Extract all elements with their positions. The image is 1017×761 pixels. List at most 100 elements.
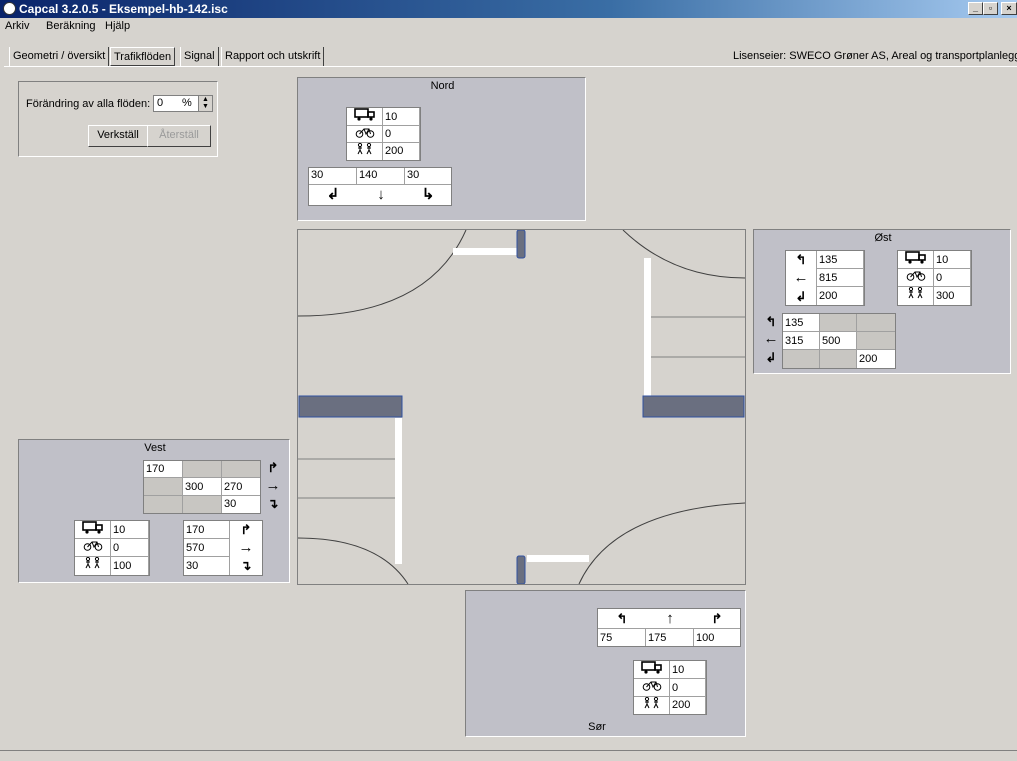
turn-right-arrow-icon: ↳ bbox=[421, 186, 435, 203]
license-text: Lisenseier: SWECO Grøner AS, Areal og tr… bbox=[733, 50, 1017, 62]
pedestrians-icon bbox=[347, 142, 383, 160]
turn-left-arrow-icon: ↱ bbox=[240, 522, 252, 537]
ost-turn-left[interactable]: 135 bbox=[816, 251, 864, 269]
pedestrians-icon bbox=[75, 556, 111, 575]
turn-right-arrow-icon: ↱ bbox=[711, 611, 723, 626]
apply-button[interactable]: Verkställ bbox=[88, 125, 148, 147]
ost-turn-straight[interactable]: 815 bbox=[816, 269, 864, 287]
sor-special-grid: 10 0 200 bbox=[633, 660, 707, 715]
vest-turn-right[interactable]: 30 bbox=[184, 557, 230, 575]
status-bar bbox=[0, 750, 1017, 761]
change-all-label: Förändring av alla flöden: bbox=[26, 98, 151, 110]
spinner-arrows-icon[interactable]: ▲ ▼ bbox=[198, 96, 212, 111]
truck-icon bbox=[75, 521, 111, 539]
ost-m-0-0[interactable]: 135 bbox=[783, 314, 820, 332]
sor-turn-straight[interactable]: 175 bbox=[646, 628, 694, 646]
intersection-drawing bbox=[297, 229, 746, 585]
sor-turn-right[interactable]: 100 bbox=[694, 628, 740, 646]
pedestrians-icon bbox=[634, 696, 670, 714]
close-button[interactable]: × bbox=[1001, 2, 1017, 15]
bicycle-icon bbox=[634, 679, 670, 697]
change-all-panel: Förändring av alla flöden: 0 % ▲ ▼ Verkst… bbox=[18, 81, 218, 157]
straight-arrow-icon: → bbox=[238, 539, 254, 556]
straight-arrow-icon: ↑ bbox=[666, 610, 674, 627]
turn-right-arrow-icon: ↲ bbox=[765, 350, 777, 365]
ost-ped[interactable]: 300 bbox=[934, 287, 971, 305]
ost-panel: Øst ↰ 135 ← 815 ↲ 200 10 0 300 ↰ ← ↲ 135… bbox=[753, 229, 1011, 374]
ost-m-1-0[interactable]: 315 bbox=[783, 332, 820, 350]
bicycle-icon bbox=[75, 539, 111, 557]
tab-rapport[interactable]: Rapport och utskrift bbox=[221, 47, 325, 66]
minimize-button[interactable]: _ bbox=[968, 2, 983, 15]
turn-right-arrow-icon: ↲ bbox=[795, 289, 807, 304]
truck-icon bbox=[898, 251, 934, 269]
bicycle-icon bbox=[898, 269, 934, 287]
ost-m-2-2[interactable]: 200 bbox=[857, 350, 895, 368]
vest-m-1-0 bbox=[144, 478, 183, 496]
tab-divider bbox=[4, 66, 1017, 67]
turn-left-arrow-icon: ↰ bbox=[795, 252, 807, 267]
vest-truck[interactable]: 10 bbox=[111, 521, 149, 539]
ost-matrix: 135 315 500 200 bbox=[782, 313, 896, 369]
turn-right-arrow-icon: ↴ bbox=[267, 496, 279, 511]
ost-bike[interactable]: 0 bbox=[934, 269, 971, 287]
nord-turn-right[interactable]: 30 bbox=[405, 168, 451, 185]
pedestrians-icon bbox=[898, 286, 934, 305]
app-icon bbox=[3, 2, 16, 15]
menu-hjalp[interactable]: Hjälp bbox=[105, 20, 130, 32]
vest-m-2-0 bbox=[144, 496, 183, 513]
reset-button[interactable]: Återställ bbox=[147, 125, 211, 147]
sor-bike[interactable]: 0 bbox=[670, 679, 706, 697]
nord-bike[interactable]: 0 bbox=[383, 126, 420, 143]
truck-icon bbox=[347, 108, 383, 126]
tab-signal[interactable]: Signal bbox=[180, 47, 219, 66]
ost-m-1-1[interactable]: 500 bbox=[820, 332, 857, 350]
vest-panel: Vest 170 300 270 30 ↱ → ↴ 10 0 100 170 ↱… bbox=[18, 439, 290, 583]
title-bar: Capcal 3.2.0.5 - Eksempel-hb-142.isc _ ▫… bbox=[0, 0, 1017, 18]
vest-m-0-1 bbox=[183, 461, 222, 478]
tab-geometri[interactable]: Geometri / översikt bbox=[9, 47, 110, 66]
change-all-spinner[interactable]: 0 % ▲ ▼ bbox=[153, 95, 213, 112]
vest-turn-straight[interactable]: 570 bbox=[184, 539, 230, 557]
change-all-value: 0 bbox=[157, 97, 164, 109]
sor-title: Sør bbox=[588, 721, 606, 733]
ost-m-2-1 bbox=[820, 350, 857, 368]
ost-m-1-2 bbox=[857, 332, 895, 350]
maximize-button[interactable]: ▫ bbox=[983, 2, 998, 15]
ost-turn-grid: ↰ 135 ← 815 ↲ 200 bbox=[785, 250, 865, 306]
sor-ped[interactable]: 200 bbox=[670, 697, 706, 714]
vest-m-2-2[interactable]: 30 bbox=[222, 496, 260, 513]
vest-ped[interactable]: 100 bbox=[111, 557, 149, 575]
vest-turn-left[interactable]: 170 bbox=[184, 521, 230, 539]
window-title: Capcal 3.2.0.5 - Eksempel-hb-142.isc bbox=[19, 2, 228, 16]
nord-truck[interactable]: 10 bbox=[383, 108, 420, 126]
straight-arrow-icon: ← bbox=[793, 269, 809, 286]
nord-turn-straight[interactable]: 140 bbox=[357, 168, 405, 185]
nord-special-grid: 10 0 200 bbox=[346, 107, 421, 161]
ost-title: Øst bbox=[874, 232, 892, 244]
vest-matrix: 170 300 270 30 bbox=[143, 460, 261, 514]
sor-turn-grid: ↰ ↑ ↱ 75 175 100 bbox=[597, 608, 741, 647]
menu-arkiv[interactable]: Arkiv bbox=[5, 20, 29, 32]
nord-ped[interactable]: 200 bbox=[383, 143, 420, 160]
sor-turn-left[interactable]: 75 bbox=[598, 628, 646, 646]
sor-truck[interactable]: 10 bbox=[670, 661, 706, 679]
straight-arrow-icon: ← bbox=[763, 330, 779, 347]
truck-icon bbox=[634, 661, 670, 679]
vest-m-1-2[interactable]: 270 bbox=[222, 478, 260, 496]
ost-special-grid: 10 0 300 bbox=[897, 250, 972, 306]
turn-left-arrow-icon: ↰ bbox=[765, 314, 777, 329]
ost-turn-right[interactable]: 200 bbox=[816, 287, 864, 305]
vest-m-0-2 bbox=[222, 461, 260, 478]
ost-truck[interactable]: 10 bbox=[934, 251, 971, 269]
turn-left-arrow-icon: ↰ bbox=[616, 611, 628, 626]
vest-m-0-0[interactable]: 170 bbox=[144, 461, 183, 478]
menu-berakning[interactable]: Beräkning bbox=[46, 20, 96, 32]
vest-m-1-1[interactable]: 300 bbox=[183, 478, 222, 496]
tab-trafikfloden[interactable]: Trafikflöden bbox=[110, 47, 176, 66]
straight-arrow-icon: → bbox=[265, 477, 281, 494]
percent-unit: % bbox=[182, 97, 192, 109]
nord-turn-left[interactable]: 30 bbox=[309, 168, 357, 185]
vest-bike[interactable]: 0 bbox=[111, 539, 149, 557]
ost-m-0-1 bbox=[820, 314, 857, 332]
